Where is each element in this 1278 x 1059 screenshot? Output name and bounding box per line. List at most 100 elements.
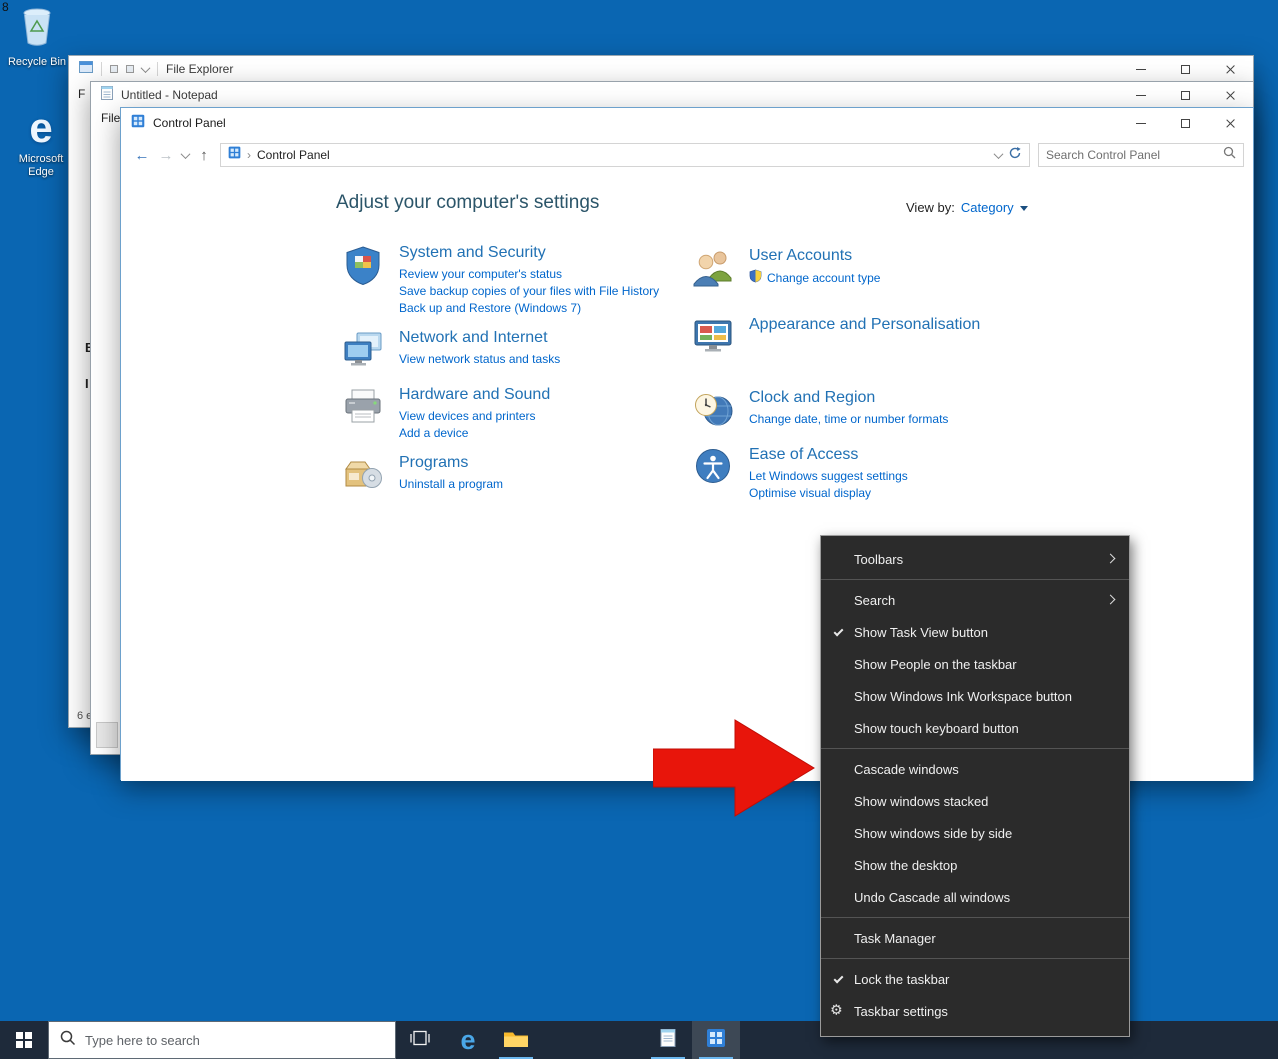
notepad-icon [659, 1028, 677, 1053]
menu-separator [821, 917, 1129, 918]
category-title[interactable]: System and Security [399, 244, 659, 262]
category-link[interactable]: Add a device [399, 425, 550, 442]
minimize-button[interactable] [1118, 108, 1163, 138]
desktop-icon-edge[interactable]: e Microsoft Edge [8, 106, 74, 179]
search-icon [1223, 146, 1236, 164]
category-link[interactable]: Change date, time or number formats [749, 411, 948, 428]
notepad-titlebar[interactable]: Untitled - Notepad [91, 82, 1253, 108]
category-title[interactable]: Clock and Region [749, 389, 948, 407]
category-link[interactable]: Let Windows suggest settings [749, 468, 908, 485]
maximize-button[interactable] [1163, 56, 1208, 82]
category-link-uac[interactable]: Change account type [749, 269, 880, 288]
notepad-scrollbar-corner[interactable] [96, 722, 118, 748]
menu-item-taskbar-settings[interactable]: ⚙ Taskbar settings [821, 995, 1129, 1027]
refresh-button[interactable] [1008, 146, 1022, 165]
minimize-button[interactable] [1118, 56, 1163, 82]
task-view-button[interactable] [396, 1021, 444, 1059]
quick-access-icon[interactable] [110, 65, 118, 73]
category-column-left: System and Security Review your computer… [341, 244, 686, 511]
search-input[interactable] [1039, 148, 1223, 162]
category-title[interactable]: Programs [399, 454, 503, 472]
ease-access-icon [691, 446, 735, 502]
back-button[interactable]: ← [130, 147, 154, 164]
menu-item-undo-cascade[interactable]: Undo Cascade all windows [821, 881, 1129, 913]
category-link[interactable]: View devices and printers [399, 408, 550, 425]
notepad-menu-file[interactable]: File [101, 111, 120, 125]
category-title[interactable]: Network and Internet [399, 329, 560, 347]
page-title: Adjust your computer's settings [336, 192, 599, 214]
user-accounts-icon [691, 247, 735, 292]
category-clock-region: Clock and Region Change date, time or nu… [691, 389, 1121, 434]
category-title[interactable]: User Accounts [749, 247, 880, 265]
category-appearance: Appearance and Personalisation [691, 316, 1121, 361]
control-panel-title: Control Panel [153, 116, 226, 130]
category-link[interactable]: Review your computer's status [399, 266, 659, 283]
close-button[interactable] [1208, 82, 1253, 108]
category-link[interactable]: Back up and Restore (Windows 7) [399, 300, 659, 317]
category-user-accounts: User Accounts Change account type [691, 247, 1121, 292]
start-button[interactable] [0, 1021, 48, 1059]
taskbar-notepad-button[interactable] [644, 1021, 692, 1059]
menu-item-toolbars[interactable]: Toolbars [821, 543, 1129, 575]
desktop-icon-recycle-bin[interactable]: Recycle Bin [4, 4, 70, 69]
red-arrow-annotation [653, 717, 816, 819]
taskbar-control-panel-button[interactable] [692, 1021, 740, 1059]
control-panel-navbar: ← → ↑ › Control Panel [121, 138, 1253, 172]
quick-access-icon[interactable] [126, 65, 134, 73]
recent-locations-dropdown[interactable] [178, 152, 192, 159]
menu-item-cascade-windows[interactable]: Cascade windows [821, 753, 1129, 785]
category-title[interactable]: Appearance and Personalisation [749, 316, 980, 334]
maximize-button[interactable] [1163, 82, 1208, 108]
menu-item-search[interactable]: Search [821, 584, 1129, 616]
category-link[interactable]: Optimise visual display [749, 485, 908, 502]
chevron-down-icon[interactable] [141, 63, 151, 73]
minimize-button[interactable] [1118, 82, 1163, 108]
category-link[interactable]: View network status and tasks [399, 351, 560, 368]
hardware-sound-icon [341, 386, 385, 442]
menu-item-show-windows-stacked[interactable]: Show windows stacked [821, 785, 1129, 817]
category-link[interactable]: Save backup copies of your files with Fi… [399, 283, 659, 300]
taskbar-file-explorer-button[interactable] [492, 1021, 540, 1059]
close-button[interactable] [1208, 56, 1253, 82]
menu-item-show-people[interactable]: Show People on the taskbar [821, 648, 1129, 680]
taskbar-search[interactable] [48, 1021, 396, 1059]
menu-item-task-manager[interactable]: Task Manager [821, 922, 1129, 954]
uac-shield-icon [749, 269, 762, 288]
view-by-dropdown[interactable]: View by: Category [906, 200, 1028, 215]
close-button[interactable] [1208, 108, 1253, 138]
close-icon [1225, 90, 1236, 101]
view-by-value[interactable]: Category [961, 200, 1014, 215]
category-ease-of-access: Ease of Access Let Windows suggest setti… [691, 446, 1121, 502]
address-bar[interactable]: › Control Panel [220, 143, 1030, 167]
up-button[interactable]: ↑ [192, 147, 216, 164]
taskbar-search-input[interactable] [85, 1033, 384, 1048]
category-network-internet: Network and Internet View network status… [341, 329, 686, 374]
forward-button[interactable]: → [154, 147, 178, 164]
taskbar-spacer [540, 1021, 644, 1059]
maximize-button[interactable] [1163, 108, 1208, 138]
category-title[interactable]: Ease of Access [749, 446, 908, 464]
menu-item-show-windows-side-by-side[interactable]: Show windows side by side [821, 817, 1129, 849]
clipped-text-fragment: F [78, 87, 85, 101]
control-panel-search[interactable] [1038, 143, 1244, 167]
menu-item-show-the-desktop[interactable]: Show the desktop [821, 849, 1129, 881]
taskbar-edge-button[interactable]: e [444, 1021, 492, 1059]
file-explorer-app-icon [79, 60, 93, 78]
menu-item-lock-taskbar[interactable]: Lock the taskbar [821, 963, 1129, 995]
control-panel-titlebar[interactable]: Control Panel [121, 108, 1253, 138]
minimize-icon [1136, 69, 1146, 70]
view-by-label: View by: [906, 200, 955, 215]
menu-item-show-touch-keyboard[interactable]: Show touch keyboard button [821, 712, 1129, 744]
breadcrumb[interactable]: Control Panel [257, 148, 330, 162]
address-dropdown-icon[interactable] [994, 149, 1004, 159]
category-link[interactable]: Uninstall a program [399, 476, 503, 493]
menu-separator [821, 579, 1129, 580]
category-system-security: System and Security Review your computer… [341, 244, 686, 317]
menu-item-show-ink-workspace[interactable]: Show Windows Ink Workspace button [821, 680, 1129, 712]
menu-item-show-task-view[interactable]: Show Task View button [821, 616, 1129, 648]
file-explorer-titlebar[interactable]: File Explorer [69, 56, 1253, 82]
category-title[interactable]: Hardware and Sound [399, 386, 550, 404]
clipped-text-fragment: I [85, 376, 89, 391]
search-icon [60, 1030, 76, 1051]
edge-label: Microsoft Edge [8, 153, 74, 179]
